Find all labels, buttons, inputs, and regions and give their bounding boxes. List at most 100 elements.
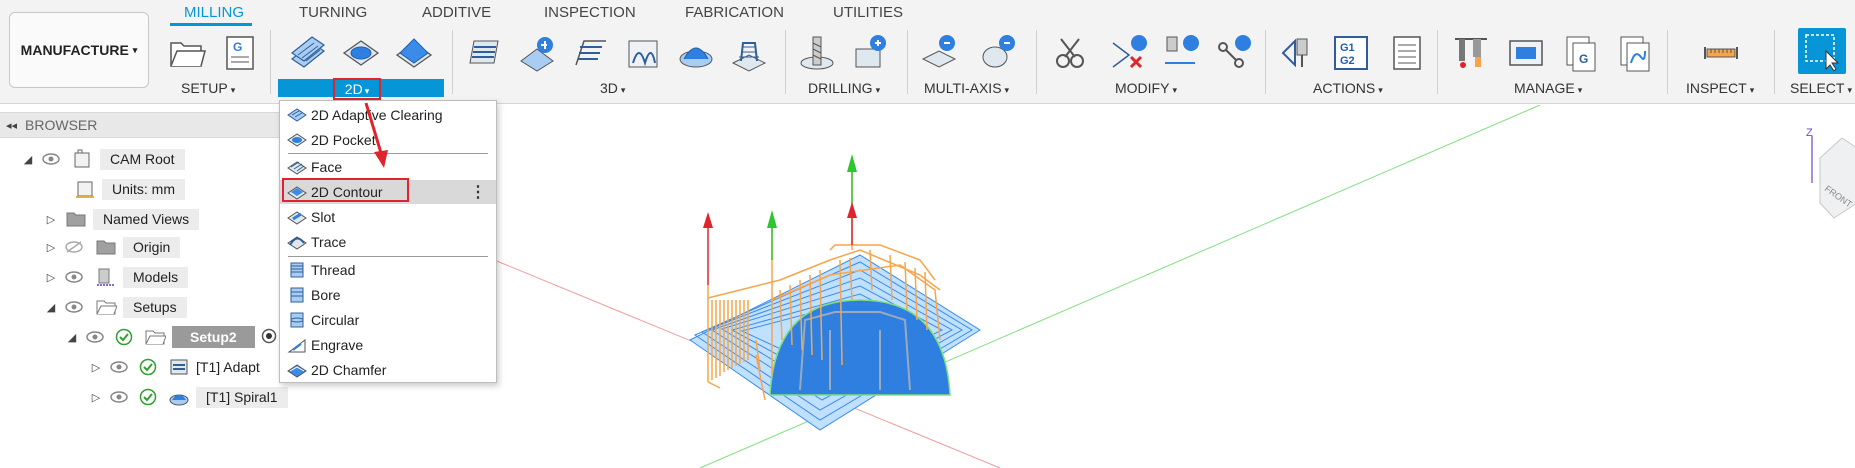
- menu-item-2d-adaptive-clearing[interactable]: 2D Adaptive Clearing: [280, 103, 496, 127]
- modify-group-label[interactable]: MODIFY ▾: [1115, 80, 1177, 96]
- select-icon[interactable]: [1798, 28, 1846, 74]
- menu-item-thread[interactable]: Thread: [280, 258, 496, 282]
- folder-icon: [65, 209, 87, 229]
- tab-additive[interactable]: ADDITIVE: [422, 4, 491, 21]
- manage-group-label[interactable]: MANAGE ▾: [1514, 80, 1582, 96]
- eye-icon[interactable]: [85, 329, 105, 345]
- workspace-switcher[interactable]: MANUFACTURE ▾: [9, 12, 149, 88]
- expanded-arrow-icon[interactable]: ◢: [43, 301, 59, 314]
- tab-fabrication[interactable]: FABRICATION: [685, 4, 784, 21]
- open-folder-icon: [95, 297, 118, 317]
- tree-row-models[interactable]: ▷ Models: [43, 266, 189, 288]
- eye-icon[interactable]: [109, 389, 129, 405]
- 3d-group-label[interactable]: 3D ▾: [600, 80, 625, 96]
- svg-text:G: G: [233, 40, 242, 54]
- menu-item-bore[interactable]: Bore: [280, 283, 496, 307]
- browser-title: BROWSER: [25, 117, 98, 133]
- tab-milling[interactable]: MILLING: [184, 4, 244, 21]
- post-library-icon[interactable]: G: [1560, 32, 1602, 74]
- chamfer-icon: [287, 361, 307, 379]
- contour-tool-icon[interactable]: [393, 32, 435, 74]
- hole-recognition-icon[interactable]: [849, 32, 891, 74]
- multi-axis-contour-icon[interactable]: [918, 32, 960, 74]
- multi-axis-group-label[interactable]: MULTI-AXIS ▾: [924, 80, 1009, 96]
- linking-icon[interactable]: [1212, 32, 1254, 74]
- 3d-scallop-icon[interactable]: [622, 32, 664, 74]
- collapsed-arrow-icon[interactable]: ▷: [88, 391, 104, 404]
- pocket-icon[interactable]: [340, 32, 382, 74]
- delete-toolpath-icon[interactable]: [1108, 32, 1150, 74]
- tree-row-units[interactable]: Units: mm: [68, 178, 185, 200]
- more-options-icon[interactable]: ⋮: [470, 182, 486, 202]
- workspace-label: MANUFACTURE: [20, 42, 129, 58]
- setup-group-label[interactable]: SETUP ▾: [181, 80, 235, 96]
- new-setup-folder-icon[interactable]: [166, 32, 208, 74]
- tree-row-op-spiral[interactable]: ▷ [T1] Spiral1: [88, 386, 288, 408]
- measure-icon[interactable]: [1700, 32, 1742, 74]
- tree-row-setup2[interactable]: ◢ Setup2: [64, 326, 277, 348]
- drilling-group-label[interactable]: DRILLING ▾: [808, 80, 880, 96]
- collapsed-arrow-icon[interactable]: ▷: [88, 361, 104, 374]
- 3d-pocket-icon[interactable]: [516, 32, 558, 74]
- units-icon: [74, 179, 96, 199]
- tab-turning[interactable]: TURNING: [299, 4, 367, 21]
- menu-item-2d-chamfer[interactable]: 2D Chamfer: [280, 358, 496, 382]
- tree-label: Origin: [123, 236, 181, 258]
- 3d-spiral-icon[interactable]: [675, 32, 717, 74]
- eye-icon[interactable]: [41, 151, 61, 167]
- menu-item-trace[interactable]: Trace: [280, 230, 496, 254]
- tree-label-active-setup: Setup2: [172, 326, 255, 348]
- menu-item-face[interactable]: Face: [280, 155, 496, 179]
- active-tab-underline: [170, 23, 252, 26]
- machine-library-icon[interactable]: [1505, 32, 1547, 74]
- move-toolpath-icon[interactable]: [1160, 32, 1202, 74]
- 3d-parallel-icon[interactable]: [569, 32, 611, 74]
- post-process-icon[interactable]: G1 G2: [1330, 32, 1372, 74]
- collapsed-arrow-icon[interactable]: ▷: [43, 271, 59, 284]
- expanded-arrow-icon[interactable]: ◢: [20, 153, 36, 166]
- eye-hidden-icon[interactable]: [64, 239, 84, 255]
- svg-text:G1: G1: [1340, 42, 1355, 54]
- browser-header[interactable]: ◂◂ BROWSER: [0, 112, 285, 138]
- cut-icon[interactable]: [1050, 32, 1092, 74]
- twod-group-button[interactable]: 2D ▾: [333, 78, 381, 100]
- setup-sheet-icon[interactable]: G: [218, 32, 260, 74]
- tree-row-named-views[interactable]: ▷ Named Views: [43, 208, 200, 230]
- 3d-adaptive-icon[interactable]: [463, 32, 505, 74]
- active-radio-icon[interactable]: [261, 328, 277, 347]
- simulate-icon[interactable]: [1278, 32, 1320, 74]
- menu-item-2d-pocket[interactable]: 2D Pocket: [280, 128, 496, 152]
- menu-item-engrave[interactable]: Engrave: [280, 333, 496, 357]
- eye-icon[interactable]: [64, 299, 84, 315]
- collapsed-arrow-icon[interactable]: ▷: [43, 213, 59, 226]
- tab-utilities[interactable]: UTILITIES: [833, 4, 903, 21]
- template-library-icon[interactable]: [1614, 32, 1656, 74]
- tab-inspection[interactable]: INSPECTION: [544, 4, 636, 21]
- slot-icon: [287, 208, 307, 226]
- select-group-label[interactable]: SELECT ▾: [1790, 80, 1852, 96]
- collapse-icon[interactable]: ◂◂: [6, 119, 17, 132]
- collapsed-arrow-icon[interactable]: ▷: [43, 241, 59, 254]
- spiral-op-icon: [168, 387, 190, 407]
- drill-icon[interactable]: [796, 32, 838, 74]
- swarf-icon[interactable]: [978, 32, 1020, 74]
- tree-row-origin[interactable]: ▷ Origin: [43, 236, 181, 258]
- tree-row-op-adaptive[interactable]: ▷ [T1] Adapt: [88, 356, 260, 378]
- menu-item-slot[interactable]: Slot: [280, 205, 496, 229]
- folder-icon: [95, 237, 117, 257]
- contour-highlight-box: [282, 178, 409, 202]
- 3d-contour-icon[interactable]: [728, 32, 770, 74]
- adaptive-clearing-icon[interactable]: [287, 32, 329, 74]
- toolbar: MANUFACTURE ▾ MILLING TURNING ADDITIVE I…: [0, 0, 1855, 104]
- setup-sheet-action-icon[interactable]: [1385, 32, 1427, 74]
- inspect-group-label[interactable]: INSPECT ▾: [1686, 80, 1754, 96]
- eye-icon[interactable]: [64, 269, 84, 285]
- eye-icon[interactable]: [109, 359, 129, 375]
- actions-group-label[interactable]: ACTIONS ▾: [1313, 80, 1383, 96]
- adaptive-op-icon: [168, 357, 190, 377]
- tool-library-icon[interactable]: [1450, 32, 1492, 74]
- tree-row-setups[interactable]: ◢ Setups: [43, 296, 187, 318]
- tree-row-cam-root[interactable]: ◢ CAM Root: [20, 148, 185, 170]
- menu-item-circular[interactable]: Circular: [280, 308, 496, 332]
- expanded-arrow-icon[interactable]: ◢: [64, 331, 80, 344]
